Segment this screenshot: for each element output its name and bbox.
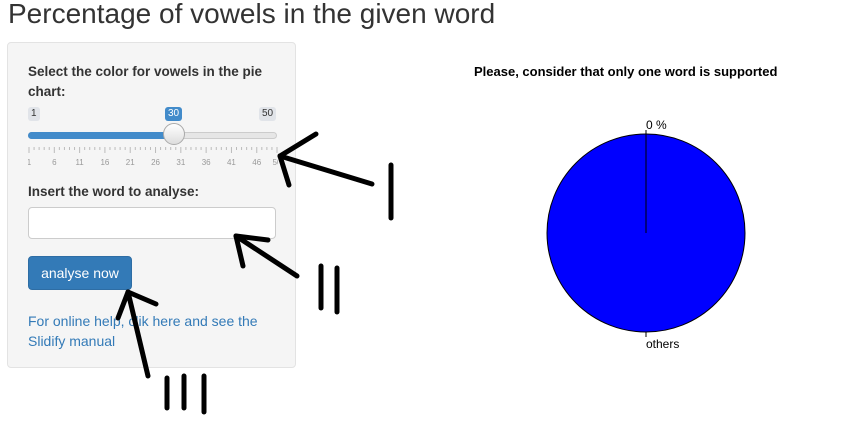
annotation-arrow-1 xyxy=(277,131,394,221)
pie-chart: 0 % others xyxy=(115,118,746,415)
annotation-arrow-3 xyxy=(115,289,207,415)
annotation-arrow-2 xyxy=(233,233,340,315)
pie-label-bottom: others xyxy=(646,337,679,351)
pie-label-top: 0 % xyxy=(646,118,667,132)
